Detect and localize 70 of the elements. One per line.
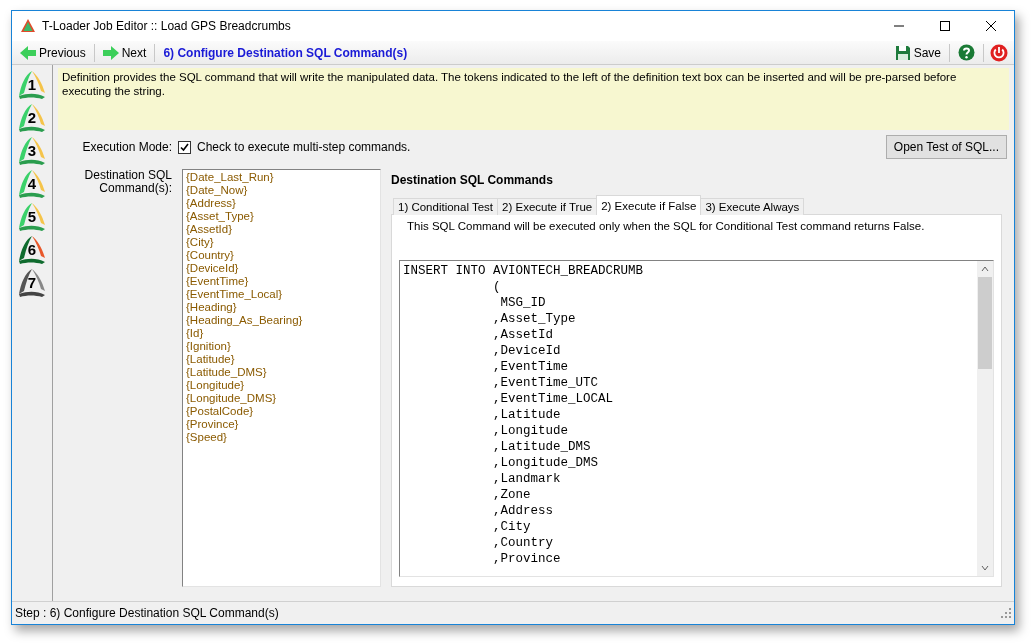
code-line: ,AssetId <box>492 327 555 343</box>
close-icon <box>986 21 996 31</box>
token-item[interactable]: {Country} <box>186 249 377 262</box>
code-line: INSERT INTO AVIONTECH_BREADCRUMB <box>403 263 645 279</box>
code-line: ,Address <box>492 503 555 519</box>
code-line: ,Longitude <box>492 423 570 439</box>
code-line: ,Latitude_DMS <box>492 439 592 455</box>
code-line: ,Asset_Type <box>492 311 577 327</box>
scrollbar[interactable] <box>977 261 993 576</box>
token-item[interactable]: {Speed} <box>186 431 377 444</box>
code-line: ,DeviceId <box>492 343 562 359</box>
tab[interactable]: 1) Conditional Test <box>393 198 499 215</box>
right-arrow-icon <box>102 45 119 60</box>
code-line: ,Country <box>492 535 555 551</box>
open-test-button[interactable]: Open Test of SQL... <box>885 135 1007 159</box>
status-text: Step : 6) Configure Destination SQL Command(s) <box>15 606 280 620</box>
code-line: ( <box>492 279 502 295</box>
checkbox[interactable] <box>178 140 191 154</box>
code-line: ,Landmark <box>492 471 562 487</box>
code-line: ,EventTime <box>492 359 570 375</box>
token-item[interactable]: {Date_Now} <box>186 184 377 197</box>
execution-mode-label: Execution Mode: <box>81 140 172 154</box>
token-item[interactable]: {Longitude_DMS} <box>186 392 377 405</box>
code-line: MSG_ID <box>499 295 547 311</box>
previous-button[interactable]: Previous <box>16 45 90 60</box>
tokens-label: Destination SQL Command(s): <box>83 169 172 197</box>
section-heading: Destination SQL Commands <box>391 173 554 189</box>
code-line: ,EventTime_LOCAL <box>492 391 615 407</box>
code-line: ,EventTime_UTC <box>492 375 600 391</box>
token-item[interactable]: {Address} <box>186 197 377 210</box>
token-item[interactable]: {Heading} <box>186 301 377 314</box>
token-item[interactable]: {City} <box>186 236 377 249</box>
token-item[interactable]: {Id} <box>186 327 377 340</box>
tab-description: This SQL Command will be executed only when the SQL for Conditional Test command returns False. <box>406 220 926 234</box>
token-item[interactable]: {Asset_Type} <box>186 210 377 223</box>
token-item[interactable]: {Province} <box>186 418 377 431</box>
token-item[interactable]: {Date_Last_Run} <box>186 171 377 184</box>
sql-editor[interactable] <box>399 260 994 577</box>
left-arrow-icon <box>20 45 36 60</box>
token-item[interactable]: {EventTime} <box>186 275 377 288</box>
token-item[interactable]: {AssetId} <box>186 223 377 236</box>
token-item[interactable]: {Longitude} <box>186 379 377 392</box>
maximize-icon <box>940 21 950 31</box>
code-line: ,Longitude_DMS <box>492 455 600 471</box>
tab[interactable]: 2) Execute if False <box>596 195 702 215</box>
token-item[interactable]: {Heading_As_Bearing} <box>186 314 377 327</box>
scroll-down-icon[interactable] <box>981 564 989 572</box>
tab[interactable]: 3) Execute Always <box>700 198 805 215</box>
window-title: T-Loader Job Editor :: Load GPS Breadcrumbs <box>42 19 292 33</box>
tab[interactable]: 2) Execute if True <box>497 198 598 215</box>
save-button[interactable]: Save <box>890 44 945 61</box>
description-text: Definition provides the SQL command that will write the manipulated data. The tokens indicated to the left of the definition text box can be inserted and will be pre-parsed before executing the string. <box>58 68 1009 130</box>
token-item[interactable]: {Latitude_DMS} <box>186 366 377 379</box>
resize-grip-icon[interactable] <box>1001 608 1011 618</box>
token-item[interactable]: {PostalCode} <box>186 405 377 418</box>
code-line: ,Province <box>492 551 562 567</box>
help-icon[interactable] <box>958 44 975 61</box>
checkbox-label: Check to execute multi-step commands. <box>197 140 411 154</box>
token-item[interactable]: {DeviceId} <box>186 262 377 275</box>
code-line: ,Latitude <box>492 407 562 423</box>
code-line: ,City <box>492 519 532 535</box>
next-button[interactable]: Next <box>98 45 151 60</box>
token-item[interactable]: {EventTime_Local} <box>186 288 377 301</box>
step-title: 6) Configure Destination SQL Command(s) <box>163 45 409 60</box>
token-item[interactable]: {Latitude} <box>186 353 377 366</box>
app-logo-icon <box>20 18 36 34</box>
power-icon[interactable] <box>990 43 1008 62</box>
scroll-up-icon[interactable] <box>981 265 989 273</box>
token-item[interactable]: {Ignition} <box>186 340 377 353</box>
code-line: ,Zone <box>492 487 532 503</box>
